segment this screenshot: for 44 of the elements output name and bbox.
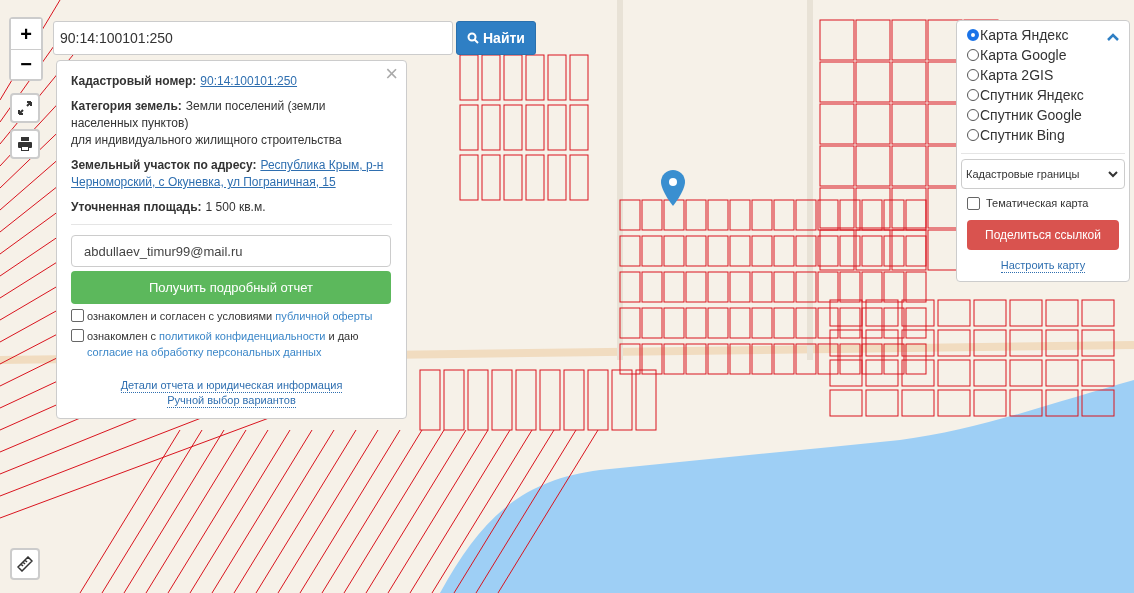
- field-value: Земли поселений (земли: [185, 99, 326, 113]
- print-button[interactable]: [10, 129, 40, 159]
- settings-link[interactable]: Настроить карту: [1000, 258, 1086, 273]
- share-button[interactable]: Поделиться ссылкой: [967, 220, 1119, 250]
- thematic-checkbox[interactable]: Тематическая карта: [967, 196, 1119, 210]
- field-value: 1 500 кв.м.: [205, 200, 266, 214]
- dotted-link[interactable]: Ручной выбор вариантов: [167, 393, 296, 408]
- dotted-link[interactable]: Детали отчета и юридическая информация: [120, 378, 343, 393]
- consent-text: ознакомлен и согласен с условиями: [87, 310, 273, 322]
- field-label: Земельный участок по адресу:: [71, 158, 257, 172]
- field-value: для индивидуального жилищного строительства: [71, 132, 343, 149]
- field-link[interactable]: 90:14:100101:250: [200, 74, 298, 88]
- field-label: Уточненная площадь:: [71, 200, 202, 214]
- collapse-chevron-icon[interactable]: [1107, 33, 1119, 41]
- consent-text: и даю: [328, 330, 359, 342]
- field-label: Кадастровый номер:: [71, 74, 197, 88]
- email-field[interactable]: abdullaev_timur99@mail.ru: [71, 235, 391, 267]
- consent-link[interactable]: согласие на обработку персональных данных: [87, 346, 322, 358]
- caret-icon: [1108, 170, 1118, 178]
- field-label: Категория земель:: [71, 99, 182, 113]
- consent-checkbox[interactable]: [71, 329, 84, 342]
- field-link[interactable]: Республика Крым, р-н: [260, 158, 384, 172]
- fullscreen-button[interactable]: [10, 93, 40, 123]
- consent-link[interactable]: публичной оферты: [275, 310, 373, 322]
- ruler-icon: [17, 556, 33, 572]
- consent-text: ознакомлен с: [87, 330, 156, 342]
- consent-checkbox[interactable]: [71, 309, 84, 322]
- search-button[interactable]: Найти: [456, 21, 536, 55]
- search-icon: [467, 32, 479, 44]
- map-type-radio[interactable]: Спутник Яндекс: [967, 85, 1119, 105]
- map-type-radio[interactable]: Карта Google: [967, 45, 1119, 65]
- ruler-button[interactable]: [10, 548, 40, 580]
- search-field[interactable]: 90:14:100101:250: [53, 21, 453, 55]
- map-type-radio[interactable]: Спутник Bing: [967, 125, 1119, 145]
- field-value: населенных пунктов): [71, 115, 190, 132]
- field-link[interactable]: Черноморский, с Окуневка, ул Пограничная, 15: [71, 175, 336, 189]
- overlay-select[interactable]: Кадастровые границы: [961, 159, 1125, 189]
- consent-link[interactable]: политикой конфиденциальности: [159, 330, 326, 342]
- map-type-radio[interactable]: Карта Яндекс: [967, 25, 1119, 45]
- map-type-radio[interactable]: Спутник Google: [967, 105, 1119, 125]
- zoom-out-button[interactable]: −: [11, 49, 41, 79]
- map-type-radio[interactable]: Карта 2GIS: [967, 65, 1119, 85]
- expand-icon: [18, 101, 32, 115]
- printer-icon: [18, 137, 32, 151]
